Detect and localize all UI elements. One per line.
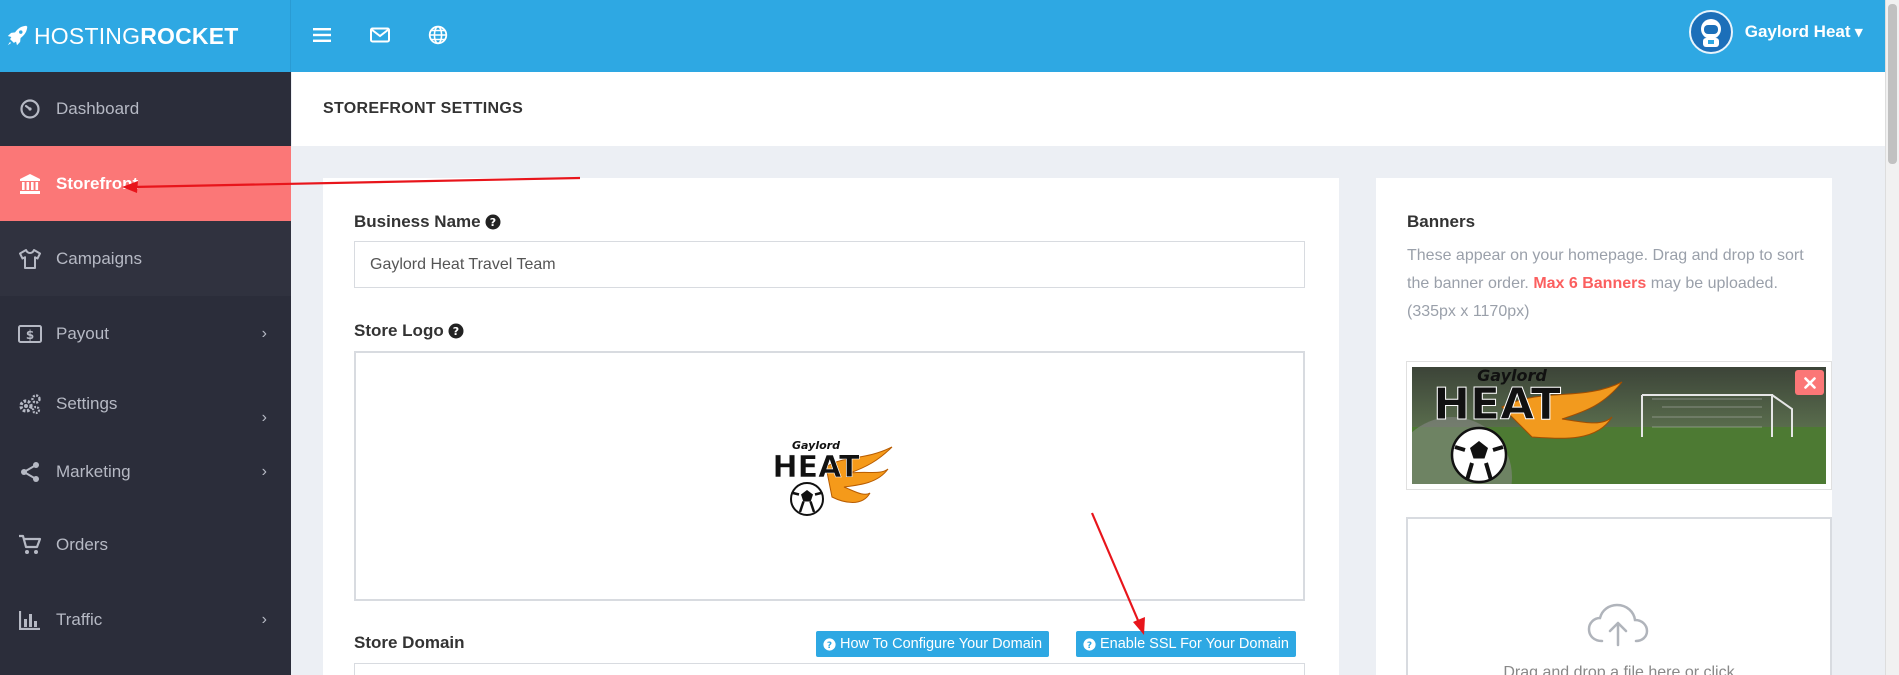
shirt-icon xyxy=(18,247,42,271)
sidebar-item-settings[interactable]: Settings › xyxy=(0,371,291,437)
globe-button[interactable] xyxy=(423,20,453,50)
page-scrollbar[interactable] xyxy=(1885,0,1899,675)
sidebar-item-dashboard[interactable]: Dashboard xyxy=(0,72,291,146)
store-logo-label: Store Logo ? xyxy=(354,321,464,341)
help-icon[interactable]: ? xyxy=(485,214,501,230)
chevron-right-icon: › xyxy=(261,324,267,342)
business-name-label: Business Name ? xyxy=(354,212,501,232)
sidebar-item-label: Orders xyxy=(56,534,108,554)
delete-banner-button[interactable] xyxy=(1795,370,1824,395)
rocket-icon xyxy=(7,25,28,46)
sidebar-item-label: Traffic xyxy=(56,609,103,629)
sidebar-item-campaigns[interactable]: Campaigns xyxy=(0,221,291,296)
svg-text:?: ? xyxy=(827,640,832,650)
store-domain-label: Store Domain xyxy=(354,633,465,652)
brand-text-light: HOSTING xyxy=(34,22,141,49)
close-icon xyxy=(1803,376,1816,389)
share-icon xyxy=(18,460,42,484)
svg-text:$: $ xyxy=(26,328,34,342)
store-logo-image: Gaylord HEAT xyxy=(774,439,893,516)
user-name: Gaylord Heat xyxy=(1744,22,1851,41)
cart-icon xyxy=(18,533,42,557)
logo-text-heat: HEAT xyxy=(774,450,860,485)
user-menu[interactable]: Gaylord Heat ▼ xyxy=(1688,10,1863,54)
business-name-label-text: Business Name xyxy=(354,212,481,231)
configure-domain-button[interactable]: ? How To Configure Your Domain xyxy=(816,631,1050,657)
banners-title: Banners xyxy=(1407,212,1476,231)
mail-icon xyxy=(370,27,390,43)
dollar-icon: $ xyxy=(18,322,42,346)
store-domain-input[interactable] xyxy=(354,663,1305,675)
banner-item[interactable]: Gaylord HEAT xyxy=(1406,361,1832,490)
help-icon: ? xyxy=(823,637,836,650)
page-header: STOREFRONT SETTINGS xyxy=(292,72,1885,146)
configure-domain-button-label: How To Configure Your Domain xyxy=(840,636,1043,652)
business-name-input[interactable]: Gaylord Heat Travel Team xyxy=(354,241,1305,288)
sidebar-item-label: Storefront xyxy=(56,173,139,193)
mail-button[interactable] xyxy=(365,20,395,50)
menu-toggle-button[interactable] xyxy=(307,20,337,50)
sidebar-item-label: Settings xyxy=(56,394,118,413)
chevron-down-icon: ▼ xyxy=(1854,25,1863,39)
sidebar-item-label: Dashboard xyxy=(56,99,140,118)
chevron-right-icon: › xyxy=(261,409,267,426)
gears-icon xyxy=(18,392,42,416)
menu-icon xyxy=(313,28,331,42)
help-icon[interactable]: ? xyxy=(448,323,464,339)
sidebar-item-marketing[interactable]: Marketing › xyxy=(0,437,291,507)
top-bar: HOSTINGROCKET Gaylord Heat ▼ xyxy=(0,0,1899,72)
store-logo-label-text: Store Logo xyxy=(354,321,444,340)
banner-text-heat: HEAT xyxy=(1433,379,1561,430)
svg-text:?: ? xyxy=(489,216,495,229)
sidebar-item-label: Payout xyxy=(56,323,109,343)
sidebar: Dashboard Storefront Campaigns $ Payout … xyxy=(0,72,291,675)
chevron-right-icon: › xyxy=(261,463,267,480)
banner-dropzone[interactable]: Drag and drop a file here or click xyxy=(1406,517,1832,675)
brand-logo[interactable]: HOSTINGROCKET xyxy=(0,0,291,72)
sidebar-item-storefront[interactable]: Storefront xyxy=(0,146,291,221)
help-icon: ? xyxy=(1083,637,1096,650)
banners-card: Banners These appear on your homepage. D… xyxy=(1376,178,1832,675)
sidebar-item-payout[interactable]: $ Payout › xyxy=(0,296,291,371)
svg-text:?: ? xyxy=(453,325,459,338)
bar-chart-icon xyxy=(18,608,42,632)
sidebar-item-traffic[interactable]: Traffic › xyxy=(0,582,291,657)
sidebar-item-orders[interactable]: Orders xyxy=(0,507,291,582)
storefront-form-card: Business Name ? Gaylord Heat Travel Team… xyxy=(323,178,1339,675)
store-logo-upload[interactable]: Gaylord HEAT xyxy=(354,351,1305,601)
cloud-upload-icon xyxy=(1587,603,1649,647)
banners-description: These appear on your homepage. Drag and … xyxy=(1407,242,1807,326)
scrollbar-thumb[interactable] xyxy=(1888,4,1897,164)
dropzone-text: Drag and drop a file here or click xyxy=(1503,664,1735,675)
chevron-right-icon: › xyxy=(261,610,267,628)
avatar xyxy=(1688,10,1733,54)
enable-ssl-button[interactable]: ? Enable SSL For Your Domain xyxy=(1076,631,1296,657)
sidebar-item-label: Campaigns xyxy=(56,248,142,268)
sidebar-item-label: Marketing xyxy=(56,462,131,481)
brand-text-bold: ROCKET xyxy=(140,22,239,49)
globe-icon xyxy=(428,25,448,45)
max-banners-highlight: Max 6 Banners xyxy=(1533,275,1647,292)
bank-icon xyxy=(18,172,42,196)
enable-ssl-button-label: Enable SSL For Your Domain xyxy=(1100,636,1289,652)
dashboard-icon xyxy=(18,97,42,121)
astronaut-icon xyxy=(1700,19,1721,47)
page-title: STOREFRONT SETTINGS xyxy=(323,100,524,117)
svg-text:?: ? xyxy=(1087,640,1092,650)
banner-image: Gaylord HEAT xyxy=(1412,367,1826,484)
